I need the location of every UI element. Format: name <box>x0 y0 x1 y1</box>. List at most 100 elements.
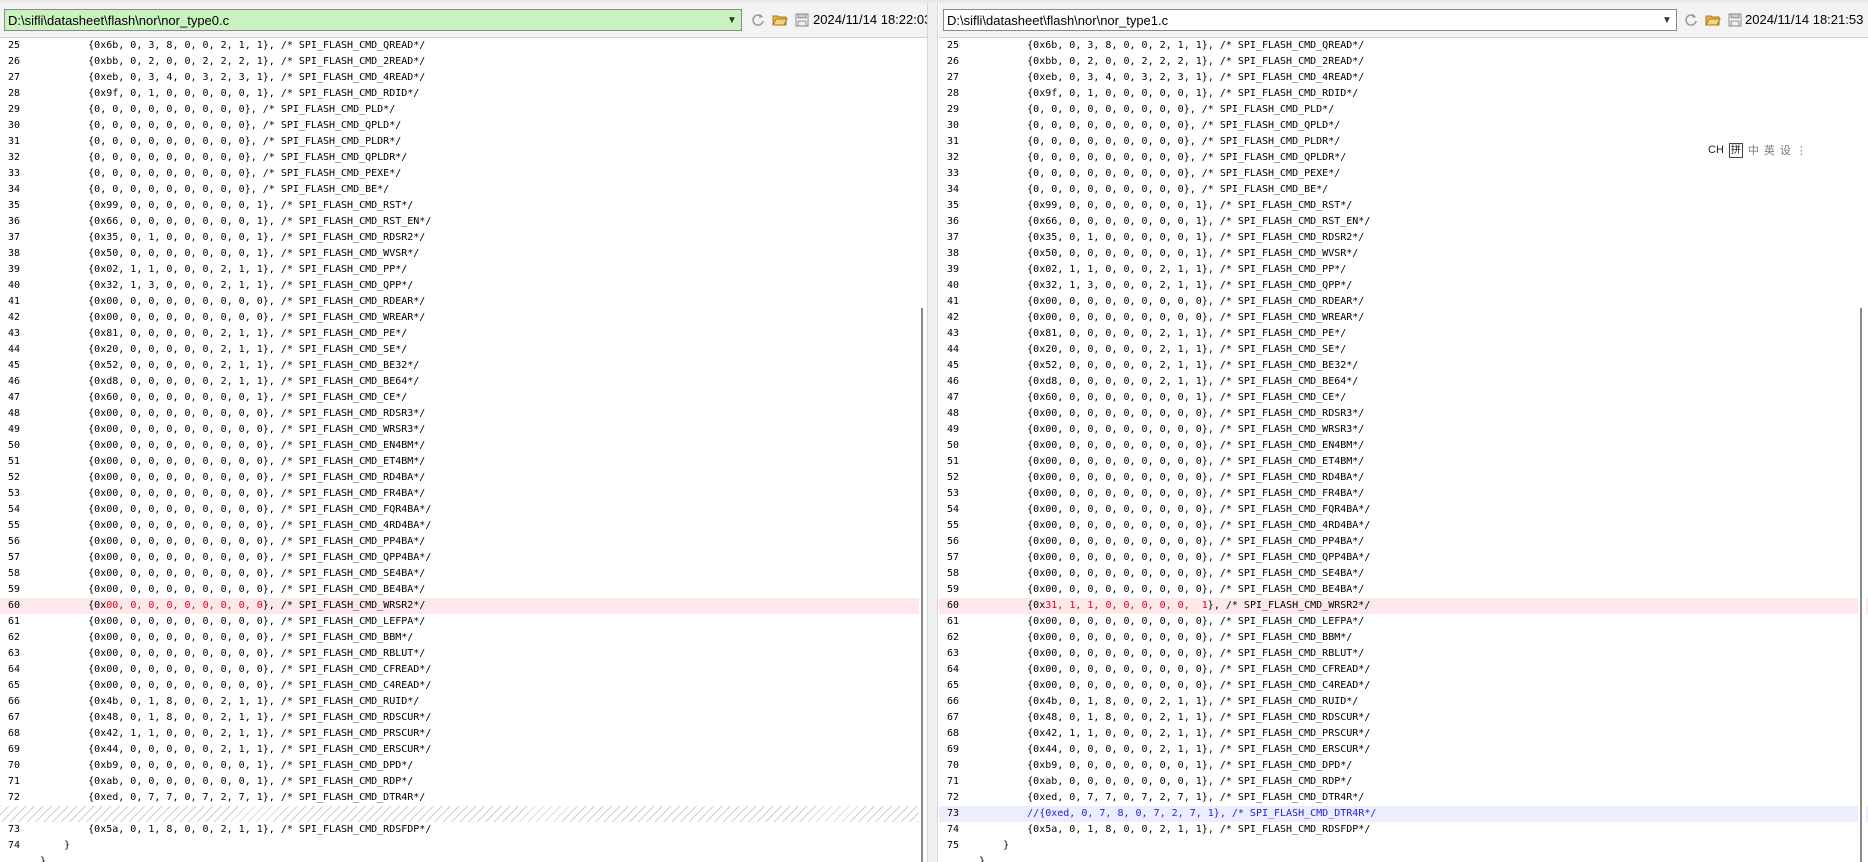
code-line[interactable]: 67 {0x48, 0, 1, 8, 0, 0, 2, 1, 1}, /* SP… <box>939 710 1868 726</box>
ime-extra-3[interactable]: 设 <box>1780 142 1791 158</box>
code-line[interactable]: 60 {0x31, 1, 1, 0, 0, 0, 0, 0, 1}, /* SP… <box>939 598 1868 614</box>
code-line[interactable]: 48 {0x00, 0, 0, 0, 0, 0, 0, 0, 0}, /* SP… <box>939 406 1868 422</box>
code-line[interactable]: 43 {0x81, 0, 0, 0, 0, 0, 2, 1, 1}, /* SP… <box>939 326 1868 342</box>
code-line[interactable]: 36 {0x66, 0, 0, 0, 0, 0, 0, 0, 1}, /* SP… <box>0 214 937 230</box>
code-line[interactable]: 40 {0x32, 1, 3, 0, 0, 0, 2, 1, 1}, /* SP… <box>0 278 937 294</box>
code-line[interactable]: 29 {0, 0, 0, 0, 0, 0, 0, 0, 0}, /* SPI_F… <box>0 102 937 118</box>
code-line[interactable]: 51 {0x00, 0, 0, 0, 0, 0, 0, 0, 0}, /* SP… <box>0 454 937 470</box>
right-code-view[interactable]: 25 {0x6b, 0, 3, 8, 0, 0, 2, 1, 1}, /* SP… <box>939 38 1868 862</box>
ime-toolbar[interactable]: CH 拼 中 英 设 ⋮ <box>1708 142 1807 158</box>
code-line[interactable]: 35 {0x99, 0, 0, 0, 0, 0, 0, 0, 1}, /* SP… <box>0 198 937 214</box>
code-line[interactable]: 54 {0x00, 0, 0, 0, 0, 0, 0, 0, 0}, /* SP… <box>939 502 1868 518</box>
save-icon[interactable] <box>794 12 810 28</box>
code-line[interactable]: 58 {0x00, 0, 0, 0, 0, 0, 0, 0, 0}, /* SP… <box>0 566 937 582</box>
code-line[interactable]: 25 {0x6b, 0, 3, 8, 0, 0, 2, 1, 1}, /* SP… <box>0 38 937 54</box>
code-line[interactable]: 27 {0xeb, 0, 3, 4, 0, 3, 2, 3, 1}, /* SP… <box>0 70 937 86</box>
left-scrollbar-thumb[interactable] <box>921 308 923 862</box>
ime-mode-key[interactable]: 拼 <box>1728 142 1743 158</box>
save-icon[interactable] <box>1727 12 1743 28</box>
code-line[interactable]: 41 {0x00, 0, 0, 0, 0, 0, 0, 0, 0}, /* SP… <box>0 294 937 310</box>
code-line[interactable]: 56 {0x00, 0, 0, 0, 0, 0, 0, 0, 0}, /* SP… <box>0 534 937 550</box>
code-line[interactable]: 44 {0x20, 0, 0, 0, 0, 0, 2, 1, 1}, /* SP… <box>939 342 1868 358</box>
right-scrollbar-thumb[interactable] <box>1860 308 1862 862</box>
ime-extra-1[interactable]: 中 <box>1748 142 1759 158</box>
code-line[interactable]: 51 {0x00, 0, 0, 0, 0, 0, 0, 0, 0}, /* SP… <box>939 454 1868 470</box>
code-line[interactable]: 64 {0x00, 0, 0, 0, 0, 0, 0, 0, 0}, /* SP… <box>939 662 1868 678</box>
code-line[interactable]: 53 {0x00, 0, 0, 0, 0, 0, 0, 0, 0}, /* SP… <box>0 486 937 502</box>
code-line[interactable]: 29 {0, 0, 0, 0, 0, 0, 0, 0, 0}, /* SPI_F… <box>939 102 1868 118</box>
code-line[interactable]: 55 {0x00, 0, 0, 0, 0, 0, 0, 0, 0}, /* SP… <box>0 518 937 534</box>
code-line[interactable]: } <box>0 854 937 862</box>
code-line[interactable]: 45 {0x52, 0, 0, 0, 0, 0, 2, 1, 1}, /* SP… <box>939 358 1868 374</box>
code-line[interactable]: 64 {0x00, 0, 0, 0, 0, 0, 0, 0, 0}, /* SP… <box>0 662 937 678</box>
code-line[interactable]: 26 {0xbb, 0, 2, 0, 0, 2, 2, 2, 1}, /* SP… <box>0 54 937 70</box>
code-line[interactable]: 71 {0xab, 0, 0, 0, 0, 0, 0, 0, 1}, /* SP… <box>939 774 1868 790</box>
code-line[interactable]: 35 {0x99, 0, 0, 0, 0, 0, 0, 0, 1}, /* SP… <box>939 198 1868 214</box>
code-line[interactable]: 72 {0xed, 0, 7, 7, 0, 7, 2, 7, 1}, /* SP… <box>939 790 1868 806</box>
ime-extra-2[interactable]: 英 <box>1764 142 1775 158</box>
code-line[interactable]: 47 {0x60, 0, 0, 0, 0, 0, 0, 0, 1}, /* SP… <box>939 390 1868 406</box>
code-line[interactable]: 71 {0xab, 0, 0, 0, 0, 0, 0, 0, 1}, /* SP… <box>0 774 937 790</box>
code-line[interactable]: 34 {0, 0, 0, 0, 0, 0, 0, 0, 0}, /* SPI_F… <box>939 182 1868 198</box>
left-scrollbar[interactable] <box>919 38 927 862</box>
code-line[interactable]: 62 {0x00, 0, 0, 0, 0, 0, 0, 0, 0}, /* SP… <box>939 630 1868 646</box>
code-line[interactable]: 55 {0x00, 0, 0, 0, 0, 0, 0, 0, 0}, /* SP… <box>939 518 1868 534</box>
code-line[interactable]: 66 {0x4b, 0, 1, 8, 0, 0, 2, 1, 1}, /* SP… <box>0 694 937 710</box>
code-line[interactable]: 68 {0x42, 1, 1, 0, 0, 0, 2, 1, 1}, /* SP… <box>0 726 937 742</box>
code-line[interactable]: 30 {0, 0, 0, 0, 0, 0, 0, 0, 0}, /* SPI_F… <box>0 118 937 134</box>
left-code-view[interactable]: 25 {0x6b, 0, 3, 8, 0, 0, 2, 1, 1}, /* SP… <box>0 38 937 862</box>
refresh-icon[interactable] <box>1683 12 1699 28</box>
code-line[interactable]: 46 {0xd8, 0, 0, 0, 0, 0, 2, 1, 1}, /* SP… <box>0 374 937 390</box>
code-line[interactable]: 27 {0xeb, 0, 3, 4, 0, 3, 2, 3, 1}, /* SP… <box>939 70 1868 86</box>
code-line[interactable]: 66 {0x4b, 0, 1, 8, 0, 0, 2, 1, 1}, /* SP… <box>939 694 1868 710</box>
code-line[interactable]: 65 {0x00, 0, 0, 0, 0, 0, 0, 0, 0}, /* SP… <box>0 678 937 694</box>
code-line[interactable]: 62 {0x00, 0, 0, 0, 0, 0, 0, 0, 0}, /* SP… <box>0 630 937 646</box>
code-line[interactable]: 59 {0x00, 0, 0, 0, 0, 0, 0, 0, 0}, /* SP… <box>939 582 1868 598</box>
code-line[interactable]: 30 {0, 0, 0, 0, 0, 0, 0, 0, 0}, /* SPI_F… <box>939 118 1868 134</box>
code-line[interactable]: 73 {0x5a, 0, 1, 8, 0, 0, 2, 1, 1}, /* SP… <box>0 822 937 838</box>
code-line[interactable]: 52 {0x00, 0, 0, 0, 0, 0, 0, 0, 0}, /* SP… <box>0 470 937 486</box>
open-folder-icon[interactable] <box>772 12 788 28</box>
code-line[interactable]: 42 {0x00, 0, 0, 0, 0, 0, 0, 0, 0}, /* SP… <box>939 310 1868 326</box>
code-line[interactable]: 49 {0x00, 0, 0, 0, 0, 0, 0, 0, 0}, /* SP… <box>0 422 937 438</box>
code-line[interactable]: } <box>939 854 1868 862</box>
code-line[interactable]: 67 {0x48, 0, 1, 8, 0, 0, 2, 1, 1}, /* SP… <box>0 710 937 726</box>
code-line[interactable]: 54 {0x00, 0, 0, 0, 0, 0, 0, 0, 0}, /* SP… <box>0 502 937 518</box>
code-line[interactable]: 57 {0x00, 0, 0, 0, 0, 0, 0, 0, 0}, /* SP… <box>0 550 937 566</box>
code-line[interactable]: 57 {0x00, 0, 0, 0, 0, 0, 0, 0, 0}, /* SP… <box>939 550 1868 566</box>
right-file-path[interactable]: D:\sifli\datasheet\flash\nor\nor_type1.c <box>947 13 1658 28</box>
code-line[interactable]: 63 {0x00, 0, 0, 0, 0, 0, 0, 0, 0}, /* SP… <box>0 646 937 662</box>
open-folder-icon[interactable] <box>1705 12 1721 28</box>
code-line[interactable]: 72 {0xed, 0, 7, 7, 0, 7, 2, 7, 1}, /* SP… <box>0 790 937 806</box>
code-line[interactable]: 28 {0x9f, 0, 1, 0, 0, 0, 0, 0, 1}, /* SP… <box>939 86 1868 102</box>
code-line[interactable]: 40 {0x32, 1, 3, 0, 0, 0, 2, 1, 1}, /* SP… <box>939 278 1868 294</box>
code-line[interactable]: 59 {0x00, 0, 0, 0, 0, 0, 0, 0, 0}, /* SP… <box>0 582 937 598</box>
code-line[interactable]: 37 {0x35, 0, 1, 0, 0, 0, 0, 0, 1}, /* SP… <box>939 230 1868 246</box>
code-line[interactable]: 32 {0, 0, 0, 0, 0, 0, 0, 0, 0}, /* SPI_F… <box>0 150 937 166</box>
code-line[interactable]: 74 {0x5a, 0, 1, 8, 0, 0, 2, 1, 1}, /* SP… <box>939 822 1868 838</box>
code-line[interactable]: 63 {0x00, 0, 0, 0, 0, 0, 0, 0, 0}, /* SP… <box>939 646 1868 662</box>
chevron-down-icon[interactable]: ▼ <box>723 10 741 30</box>
code-line[interactable]: 43 {0x81, 0, 0, 0, 0, 0, 2, 1, 1}, /* SP… <box>0 326 937 342</box>
code-line[interactable]: 58 {0x00, 0, 0, 0, 0, 0, 0, 0, 0}, /* SP… <box>939 566 1868 582</box>
code-line[interactable]: 39 {0x02, 1, 1, 0, 0, 0, 2, 1, 1}, /* SP… <box>0 262 937 278</box>
code-line[interactable]: 38 {0x50, 0, 0, 0, 0, 0, 0, 0, 1}, /* SP… <box>0 246 937 262</box>
code-line[interactable]: 50 {0x00, 0, 0, 0, 0, 0, 0, 0, 0}, /* SP… <box>0 438 937 454</box>
code-line[interactable]: 45 {0x52, 0, 0, 0, 0, 0, 2, 1, 1}, /* SP… <box>0 358 937 374</box>
code-line[interactable]: 61 {0x00, 0, 0, 0, 0, 0, 0, 0, 0}, /* SP… <box>939 614 1868 630</box>
code-line[interactable]: 34 {0, 0, 0, 0, 0, 0, 0, 0, 0}, /* SPI_F… <box>0 182 937 198</box>
code-line[interactable]: 65 {0x00, 0, 0, 0, 0, 0, 0, 0, 0}, /* SP… <box>939 678 1868 694</box>
code-line[interactable]: 69 {0x44, 0, 0, 0, 0, 0, 2, 1, 1}, /* SP… <box>939 742 1868 758</box>
code-line[interactable]: 68 {0x42, 1, 1, 0, 0, 0, 2, 1, 1}, /* SP… <box>939 726 1868 742</box>
chevron-down-icon[interactable]: ▼ <box>1658 10 1676 30</box>
code-line[interactable]: 60 {0x00, 0, 0, 0, 0, 0, 0, 0, 0}, /* SP… <box>0 598 937 614</box>
code-line[interactable]: 73 //{0xed, 0, 7, 8, 0, 7, 2, 7, 1}, /* … <box>939 806 1868 822</box>
code-line[interactable]: 47 {0x60, 0, 0, 0, 0, 0, 0, 0, 1}, /* SP… <box>0 390 937 406</box>
code-line[interactable]: 38 {0x50, 0, 0, 0, 0, 0, 0, 0, 1}, /* SP… <box>939 246 1868 262</box>
right-scrollbar[interactable] <box>1858 38 1866 862</box>
code-line[interactable]: 53 {0x00, 0, 0, 0, 0, 0, 0, 0, 0}, /* SP… <box>939 486 1868 502</box>
code-line[interactable]: 37 {0x35, 0, 1, 0, 0, 0, 0, 0, 1}, /* SP… <box>0 230 937 246</box>
code-line[interactable]: 42 {0x00, 0, 0, 0, 0, 0, 0, 0, 0}, /* SP… <box>0 310 937 326</box>
code-line[interactable]: 74 } <box>0 838 937 854</box>
code-line[interactable]: 25 {0x6b, 0, 3, 8, 0, 0, 2, 1, 1}, /* SP… <box>939 38 1868 54</box>
